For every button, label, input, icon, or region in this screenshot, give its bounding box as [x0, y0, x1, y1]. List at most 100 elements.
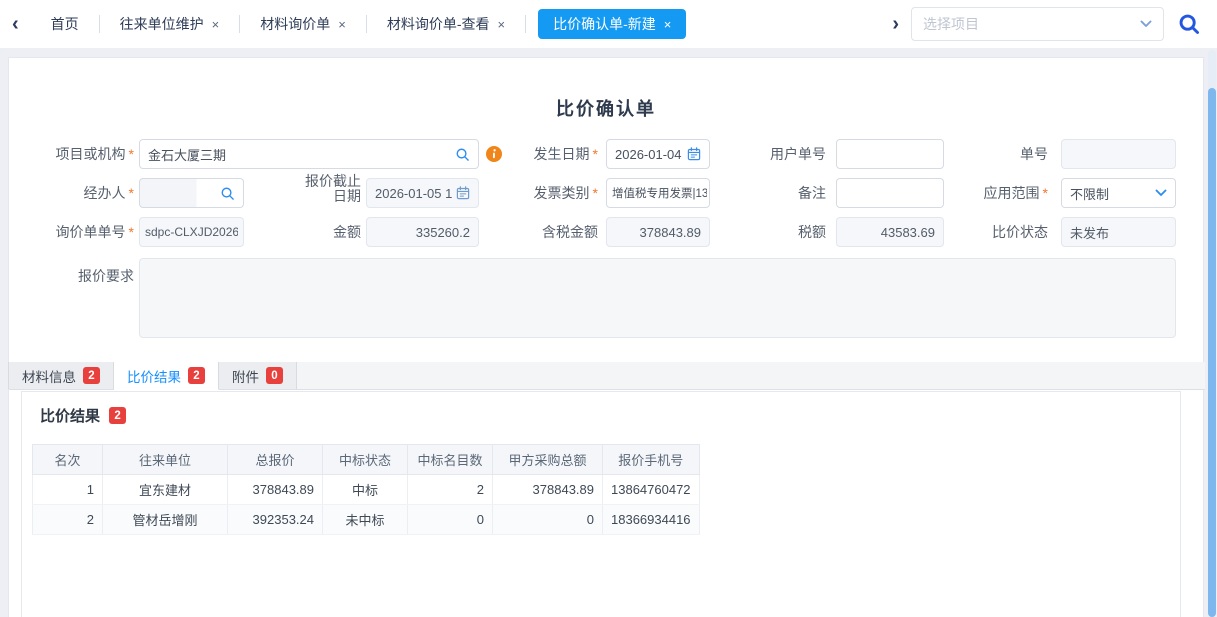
compare-status-input: 未发布 [1061, 217, 1176, 247]
required-marker: * [593, 146, 598, 162]
project-select-placeholder: 选择项目 [923, 14, 1140, 34]
required-marker: * [1043, 185, 1048, 201]
invoice-type-label: 发票类别* [501, 178, 598, 208]
tab-label: 往来单位维护 [120, 14, 204, 34]
tab-material-inquiry-view[interactable]: 材料询价单-查看 × [367, 0, 525, 48]
required-marker: * [129, 185, 134, 201]
table-header-row: 名次 往来单位 总报价 中标状态 中标名目数 甲方采购总额 报价手机号 [33, 445, 700, 475]
quote-deadline-input: 2026-01-05 14 [366, 178, 479, 208]
col-total-quote: 总报价 [228, 445, 323, 475]
cell-unit: 宜东建材 [103, 475, 228, 505]
search-icon[interactable] [455, 147, 470, 162]
handler-input[interactable] [139, 178, 244, 208]
tab-label: 比价确认单-新建 [553, 14, 656, 34]
info-icon[interactable] [486, 146, 502, 162]
required-marker: * [129, 224, 134, 240]
tab-divider [525, 15, 526, 33]
tab-label: 材料询价单 [260, 14, 330, 34]
required-marker: * [129, 146, 134, 162]
tab-compare-result[interactable]: 比价结果 2 [114, 362, 219, 390]
tab-label: 材料询价单-查看 [387, 14, 490, 34]
count-badge: 2 [188, 367, 205, 384]
close-icon[interactable]: × [498, 17, 506, 32]
tab-material-inquiry[interactable]: 材料询价单 × [240, 0, 366, 48]
col-purchase-total: 甲方采购总额 [493, 445, 603, 475]
amount-label: 金额 [299, 217, 361, 247]
quote-deadline-label: 报价截止日期 [299, 174, 361, 204]
section-title: 比价结果 [40, 405, 100, 426]
tab-price-compare-new[interactable]: 比价确认单-新建 × [538, 9, 686, 39]
compare-result-table: 名次 往来单位 总报价 中标状态 中标名目数 甲方采购总额 报价手机号 1 宜东… [32, 444, 700, 535]
cell-total-quote: 392353.24 [228, 505, 323, 535]
search-icon[interactable] [220, 186, 235, 201]
cell-rank: 1 [33, 475, 103, 505]
col-unit: 往来单位 [103, 445, 228, 475]
close-icon[interactable]: × [664, 17, 672, 32]
col-win-status: 中标状态 [323, 445, 408, 475]
occur-date-label: 发生日期* [501, 139, 598, 169]
calendar-icon [456, 186, 470, 200]
tab-material-info[interactable]: 材料信息 2 [8, 362, 114, 389]
cell-win-status: 中标 [323, 475, 408, 505]
cell-unit: 管材岳增刚 [103, 505, 228, 535]
tabs-scroll-left-icon[interactable]: ‹ [0, 14, 31, 34]
close-icon[interactable]: × [212, 17, 220, 32]
search-icon[interactable] [1178, 13, 1200, 35]
col-rank: 名次 [33, 445, 103, 475]
quote-req-textarea [139, 258, 1176, 338]
amount-input: 335260.2 [366, 217, 479, 247]
quote-req-label: 报价要求 [9, 261, 134, 291]
cell-win-count: 2 [408, 475, 493, 505]
tab-home[interactable]: 首页 [31, 0, 99, 48]
tab-attachment[interactable]: 附件 0 [219, 362, 297, 389]
tabs-scroll-right-icon[interactable]: › [880, 14, 911, 34]
chevron-down-icon[interactable] [1155, 189, 1167, 197]
cell-rank: 2 [33, 505, 103, 535]
count-badge: 2 [83, 367, 100, 384]
page-title: 比价确认单 [9, 95, 1203, 121]
chevron-down-icon [1140, 20, 1152, 28]
tax-label: 税额 [741, 217, 826, 247]
occur-date-input[interactable]: 2026-01-04 15 [606, 139, 710, 169]
apply-scope-select[interactable]: 不限制 [1061, 178, 1176, 208]
doc-no-label: 单号 [951, 139, 1048, 169]
tax-input: 43583.69 [836, 217, 944, 247]
user-no-label: 用户单号 [741, 139, 826, 169]
scrollbar-thumb[interactable] [1208, 88, 1216, 617]
table-row[interactable]: 1 宜东建材 378843.89 中标 2 378843.89 13864760… [33, 475, 700, 505]
project-label: 项目或机构* [9, 139, 134, 169]
project-input[interactable]: 金石大厦三期 [139, 139, 479, 169]
close-icon[interactable]: × [338, 17, 346, 32]
inquiry-no-label: 询价单单号* [9, 217, 134, 247]
cell-purchase-total: 0 [493, 505, 603, 535]
col-win-count: 中标名目数 [408, 445, 493, 475]
remark-label: 备注 [741, 178, 826, 208]
required-marker: * [593, 185, 598, 201]
tab-label: 比价结果 [127, 366, 181, 386]
tab-label: 材料信息 [22, 366, 76, 386]
remark-input[interactable] [836, 178, 944, 208]
cell-purchase-total: 378843.89 [493, 475, 603, 505]
cell-win-status: 未中标 [323, 505, 408, 535]
invoice-type-input[interactable]: 增值税专用发票|13 [606, 178, 710, 208]
handler-label: 经办人* [9, 178, 134, 208]
tax-incl-label: 含税金额 [501, 217, 598, 247]
table-row[interactable]: 2 管材岳增刚 392353.24 未中标 0 0 18366934416 [33, 505, 700, 535]
project-select[interactable]: 选择项目 [911, 7, 1164, 41]
count-badge: 2 [109, 407, 126, 424]
tab-unit-maintenance[interactable]: 往来单位维护 × [100, 0, 240, 48]
cell-win-count: 0 [408, 505, 493, 535]
calendar-icon[interactable] [687, 147, 701, 161]
cell-total-quote: 378843.89 [228, 475, 323, 505]
section-header: 比价结果 2 [22, 392, 1180, 426]
count-badge: 0 [266, 367, 283, 384]
inquiry-no-input: sdpc-CLXJD20260 [139, 217, 244, 247]
compare-result-panel: 比价结果 2 名次 往来单位 总报价 中标状态 中标名目数 甲方采购总额 [21, 391, 1181, 617]
tax-incl-input: 378843.89 [606, 217, 710, 247]
col-phone: 报价手机号 [603, 445, 700, 475]
cell-phone: 13864760472 [603, 475, 700, 505]
compare-status-label: 比价状态 [951, 217, 1048, 247]
tab-label: 首页 [51, 14, 79, 34]
user-no-input[interactable] [836, 139, 944, 169]
detail-tab-bar: 材料信息 2 比价结果 2 附件 0 [9, 362, 1205, 390]
